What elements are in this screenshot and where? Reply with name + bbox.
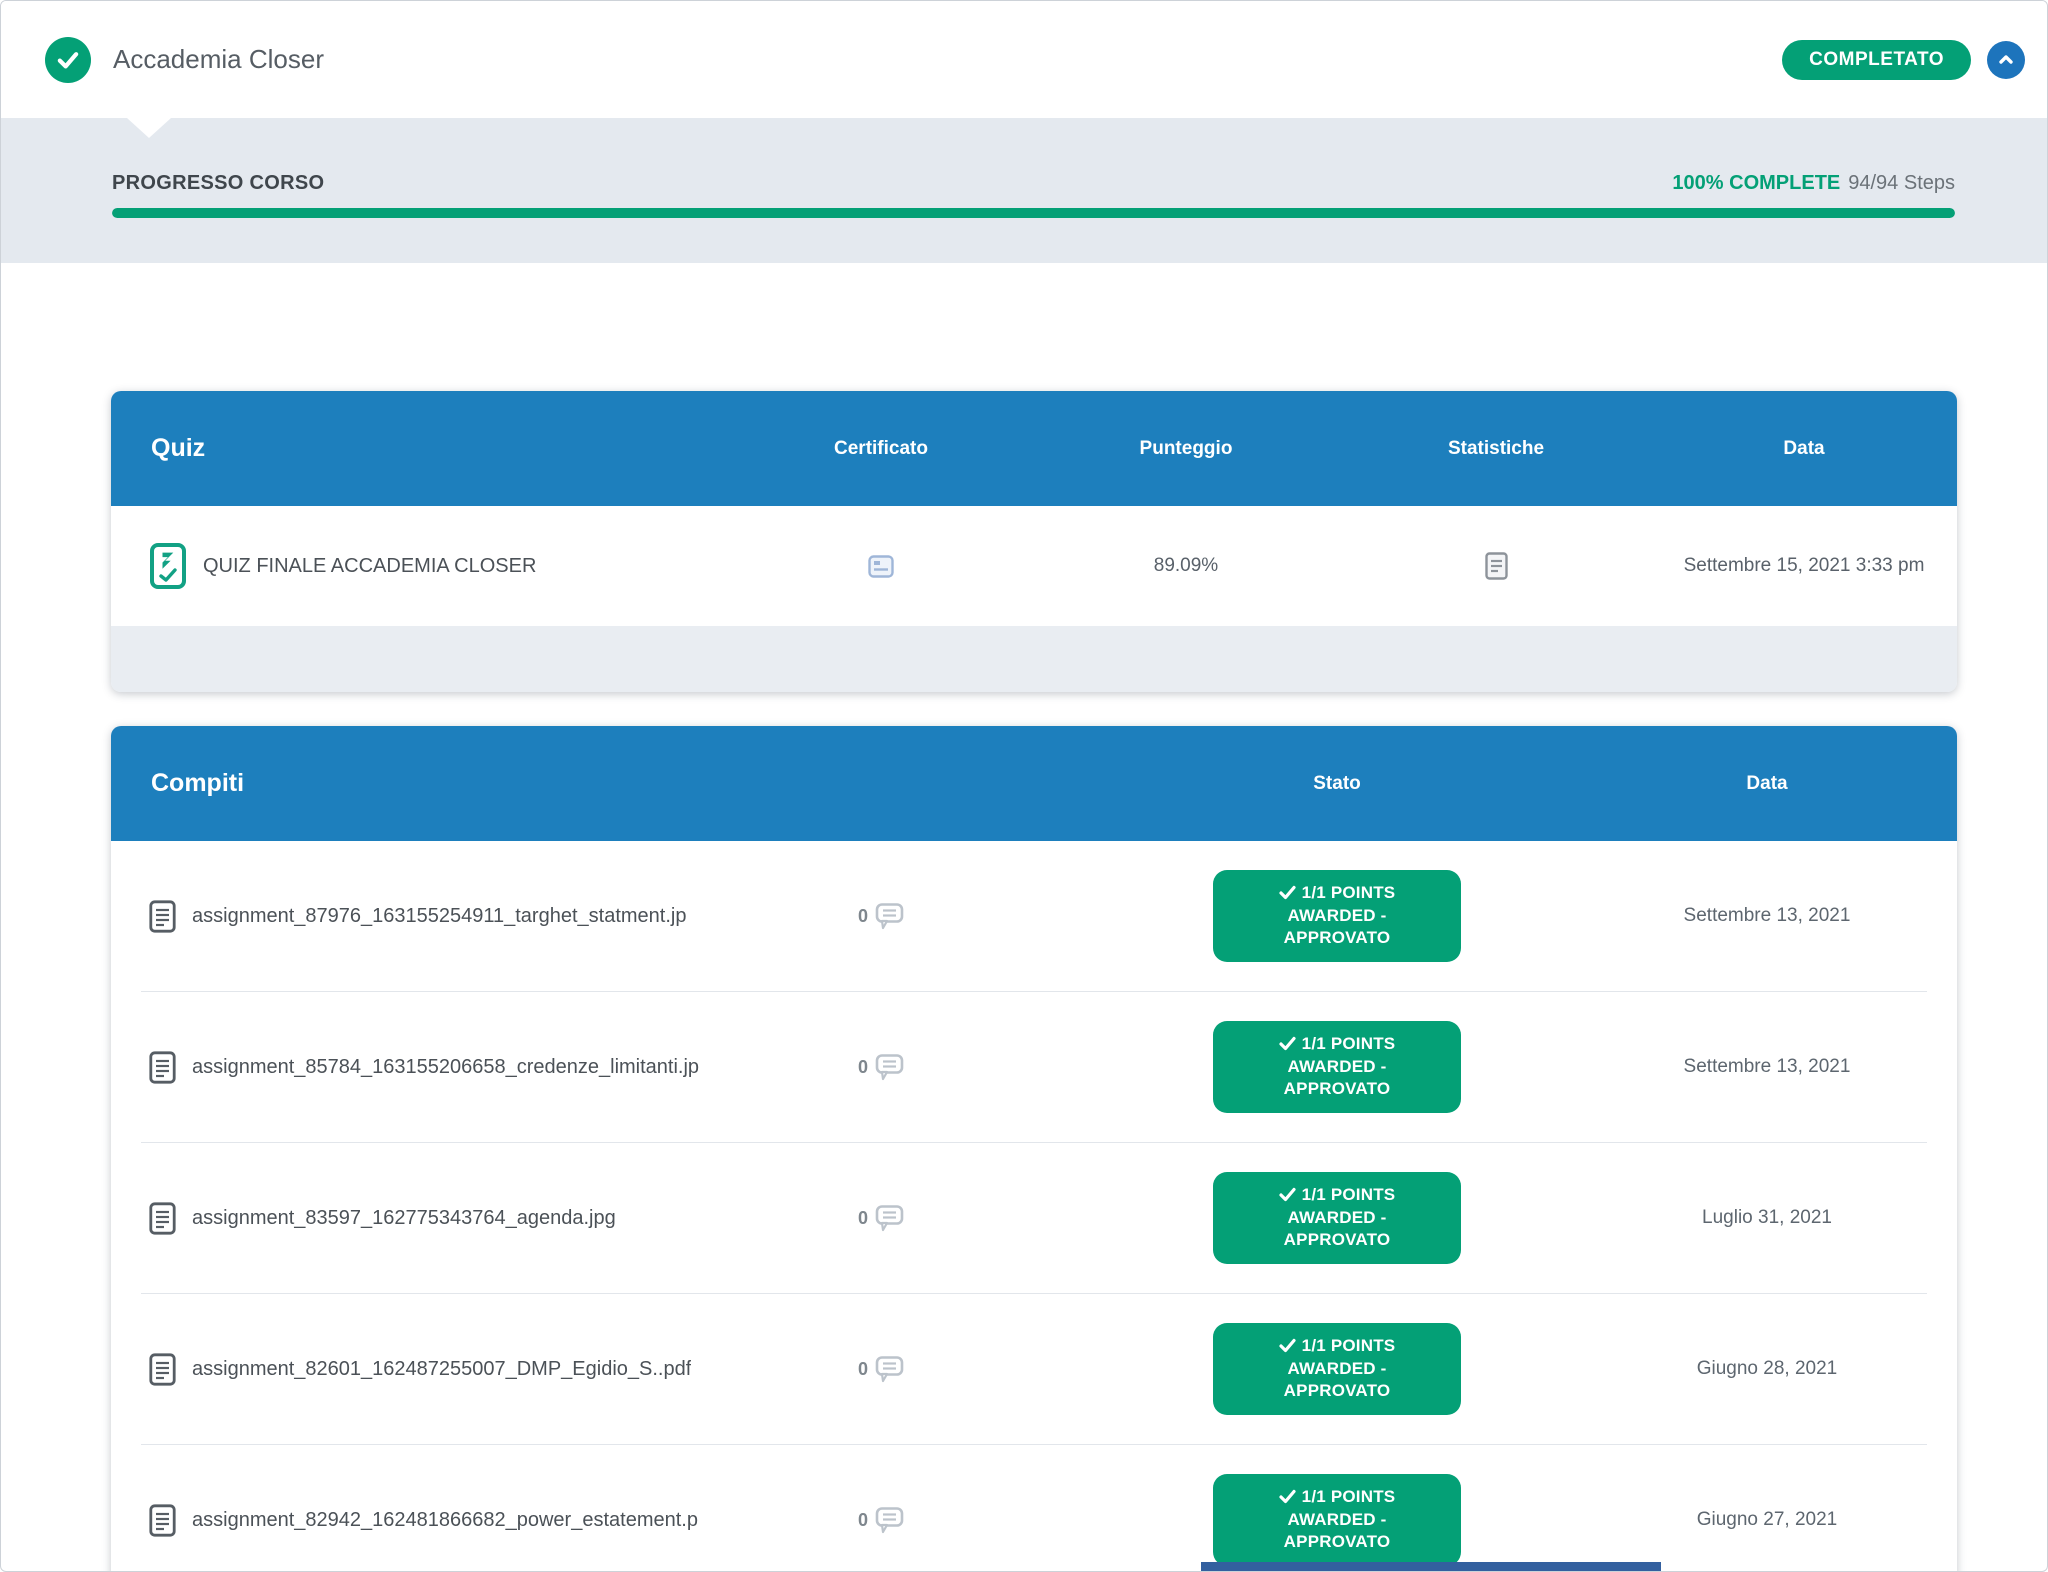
- quiz-checklist-icon: [149, 542, 187, 590]
- partial-bottom-bar: [1201, 1562, 1661, 1571]
- assignment-date: Giugno 27, 2021: [1537, 1509, 1957, 1531]
- check-icon: [1279, 1187, 1296, 1202]
- assignment-status-badge: 1/1 POINTS AWARDED - APPROVATO: [1213, 1474, 1461, 1565]
- comment-count: 0: [858, 1359, 868, 1380]
- status-badge: COMPLETATO: [1782, 40, 1971, 80]
- progress-stats: 100% COMPLETE 94/94 Steps: [1672, 172, 1955, 195]
- assignment-file-link[interactable]: assignment_87976_163155254911_targhet_st…: [192, 905, 686, 928]
- assignments-table-title: Compiti: [111, 769, 1137, 798]
- progress-percent-label: 100% COMPLETE: [1672, 172, 1840, 194]
- comments-cell[interactable]: 0: [731, 1054, 1031, 1081]
- quiz-table-footer: [111, 626, 1957, 692]
- assignment-file-link[interactable]: assignment_85784_163155206658_credenze_l…: [192, 1056, 699, 1079]
- collapse-button[interactable]: [1987, 41, 2025, 79]
- column-stato: Stato: [1137, 773, 1537, 795]
- assignment-row: assignment_87976_163155254911_targhet_st…: [111, 841, 1957, 991]
- quiz-row: QUIZ FINALE ACCADEMIA CLOSER 89.09%: [111, 506, 1957, 626]
- column-certificato: Certificato: [731, 438, 1031, 460]
- statistics-doc-icon[interactable]: [1485, 552, 1508, 580]
- assignment-file-link[interactable]: assignment_83597_162775343764_agenda.jpg: [192, 1207, 616, 1230]
- comment-count: 0: [858, 1208, 868, 1229]
- progress-bar: [112, 208, 1955, 218]
- course-title: Accademia Closer: [113, 44, 324, 75]
- assignments-table: Compiti Stato Data assignment_87976_1631…: [111, 726, 1957, 1572]
- comment-bubble-icon: [873, 903, 904, 930]
- quiz-score: 89.09%: [1031, 555, 1341, 577]
- column-punteggio: Punteggio: [1031, 438, 1341, 460]
- progress-section: PROGRESSO CORSO 100% COMPLETE 94/94 Steps: [1, 118, 2047, 263]
- comment-bubble-icon: [873, 1356, 904, 1383]
- assignment-file-link[interactable]: assignment_82601_162487255007_DMP_Egidio…: [192, 1358, 691, 1381]
- assignment-status-badge: 1/1 POINTS AWARDED - APPROVATO: [1213, 1323, 1461, 1414]
- column-data: Data: [1651, 438, 1957, 460]
- assignment-row: assignment_83597_162775343764_agenda.jpg…: [111, 1143, 1957, 1293]
- certificate-icon[interactable]: [868, 555, 894, 578]
- assignment-row: assignment_82942_162481866682_power_esta…: [111, 1445, 1957, 1572]
- check-icon: [1279, 1036, 1296, 1051]
- document-icon: [149, 1353, 176, 1386]
- comments-cell[interactable]: 0: [731, 1205, 1031, 1232]
- document-icon: [149, 900, 176, 933]
- assignment-date: Settembre 13, 2021: [1537, 905, 1957, 927]
- document-icon: [149, 1202, 176, 1235]
- notch-pointer: [127, 118, 171, 138]
- chevron-up-icon: [1994, 48, 2018, 72]
- quiz-name-link[interactable]: QUIZ FINALE ACCADEMIA CLOSER: [203, 555, 536, 578]
- assignment-file-link[interactable]: assignment_82942_162481866682_power_esta…: [192, 1509, 698, 1532]
- comments-cell[interactable]: 0: [731, 903, 1031, 930]
- comment-count: 0: [858, 1510, 868, 1531]
- assignments-table-header: Compiti Stato Data: [111, 726, 1957, 841]
- assignment-row: assignment_85784_163155206658_credenze_l…: [111, 992, 1957, 1142]
- comment-bubble-icon: [873, 1507, 904, 1534]
- comment-bubble-icon: [873, 1205, 904, 1232]
- assignment-row: assignment_82601_162487255007_DMP_Egidio…: [111, 1294, 1957, 1444]
- course-complete-check-icon: [45, 37, 91, 83]
- quiz-date: Settembre 15, 2021 3:33 pm: [1651, 555, 1957, 577]
- column-data-assignments: Data: [1537, 773, 1957, 795]
- assignment-status-badge: 1/1 POINTS AWARDED - APPROVATO: [1213, 1172, 1461, 1263]
- quiz-table: Quiz Certificato Punteggio Statistiche D…: [111, 391, 1957, 692]
- quiz-table-title: Quiz: [111, 434, 731, 463]
- progress-label: PROGRESSO CORSO: [112, 172, 324, 195]
- progress-steps-label: 94/94 Steps: [1848, 172, 1955, 194]
- document-icon: [149, 1051, 176, 1084]
- document-icon: [149, 1504, 176, 1537]
- assignment-date: Settembre 13, 2021: [1537, 1056, 1957, 1078]
- course-progress-page: Accademia Closer COMPLETATO PROGRESSO CO…: [0, 0, 2048, 1572]
- check-icon: [1279, 1338, 1296, 1353]
- assignment-status-badge: 1/1 POINTS AWARDED - APPROVATO: [1213, 1021, 1461, 1112]
- quiz-table-header: Quiz Certificato Punteggio Statistiche D…: [111, 391, 1957, 506]
- comments-cell[interactable]: 0: [731, 1356, 1031, 1383]
- course-header: Accademia Closer COMPLETATO: [1, 1, 2047, 118]
- assignment-date: Luglio 31, 2021: [1537, 1207, 1957, 1229]
- check-icon: [1279, 885, 1296, 900]
- column-statistiche: Statistiche: [1341, 438, 1651, 460]
- check-icon: [1279, 1489, 1296, 1504]
- comment-bubble-icon: [873, 1054, 904, 1081]
- comment-count: 0: [858, 906, 868, 927]
- comments-cell[interactable]: 0: [731, 1507, 1031, 1534]
- assignment-status-badge: 1/1 POINTS AWARDED - APPROVATO: [1213, 870, 1461, 961]
- assignment-date: Giugno 28, 2021: [1537, 1358, 1957, 1380]
- progress-fill: [112, 208, 1955, 218]
- comment-count: 0: [858, 1057, 868, 1078]
